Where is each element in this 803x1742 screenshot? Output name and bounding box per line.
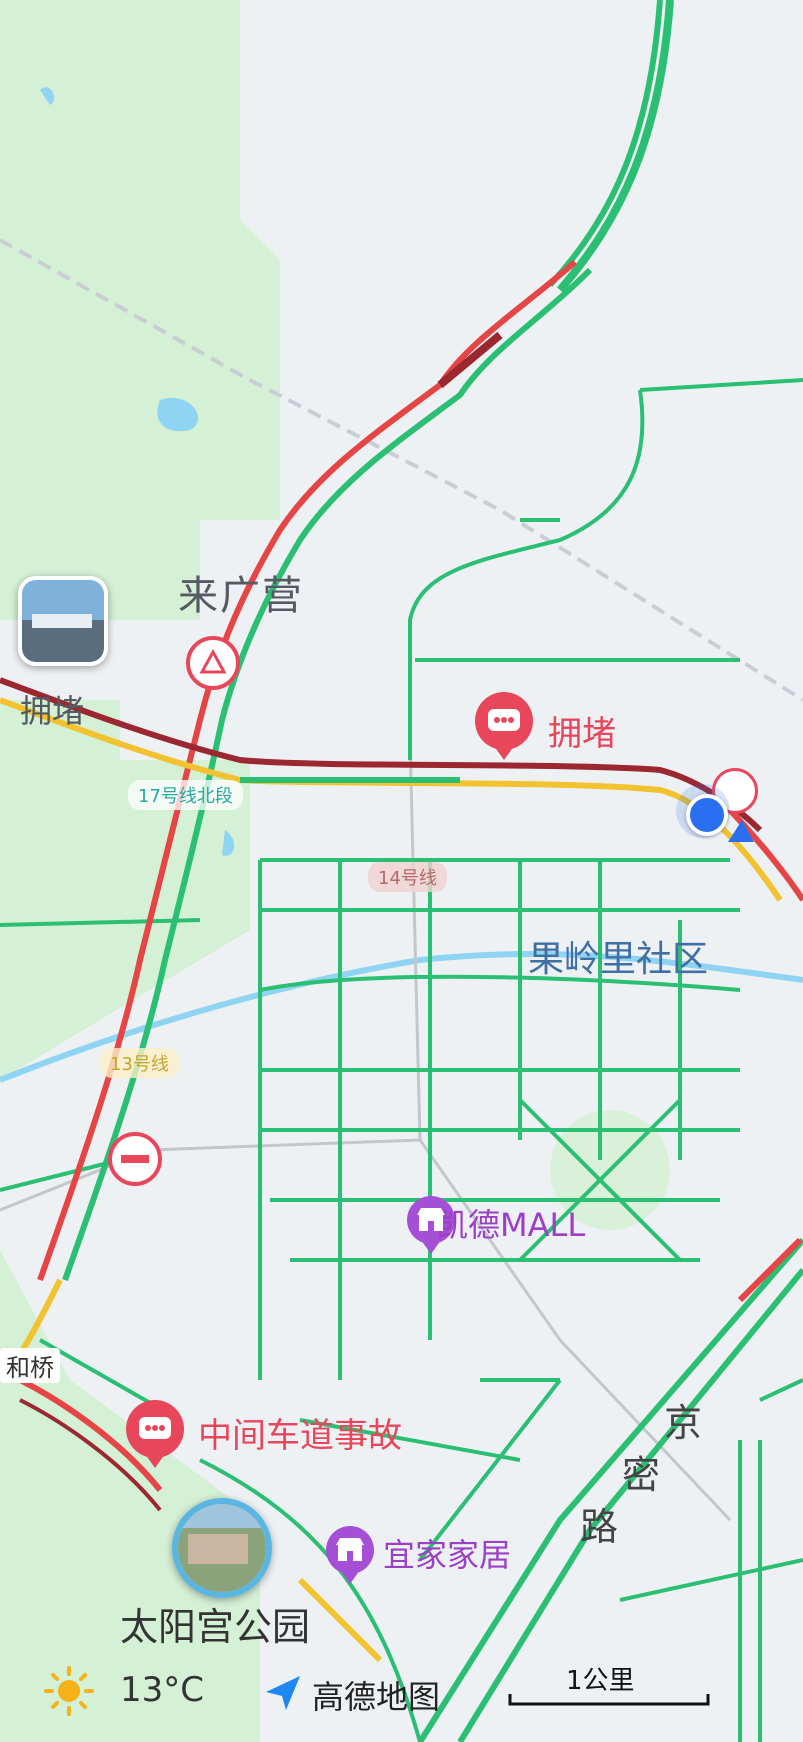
no-entry-sign-icon[interactable] [108, 1132, 162, 1186]
chat-bubble-icon [139, 1417, 171, 1439]
worker-icon [199, 648, 227, 674]
photo-thumbnail-left[interactable] [18, 576, 108, 666]
direction-arrow-icon [728, 820, 754, 842]
community-label: 果岭里社区 [528, 939, 709, 980]
congestion-label-left: 拥堵 [20, 692, 85, 730]
road-label-jing: 京 [664, 1401, 703, 1445]
photo-icon [178, 1504, 266, 1592]
accident-pin[interactable] [126, 1400, 184, 1458]
shop-icon [336, 1538, 364, 1561]
metro-line-17-label: 17号线北段 [128, 780, 243, 810]
scale-bar [508, 1694, 710, 1706]
current-location-dot-icon[interactable] [686, 794, 728, 836]
sun-icon [44, 1666, 94, 1716]
construction-sign-icon[interactable] [186, 636, 240, 690]
map-view[interactable]: 来广营 17号线北段 14号线 13号线 果岭里社区 拥堵 拥堵 凯德MALL … [0, 0, 803, 1742]
park-label: 太阳宫公园 [120, 1605, 311, 1649]
road-label-lu: 路 [580, 1505, 619, 1549]
temperature-text: 13°C [120, 1670, 205, 1710]
amap-logo-icon [266, 1676, 300, 1710]
shop-icon [417, 1208, 445, 1231]
road-label-mi: 密 [622, 1453, 661, 1497]
mall-label: 凯德MALL [436, 1206, 586, 1244]
bottom-bar: 13°C 高德地图 1公里 [0, 1652, 803, 1742]
ikea-pin[interactable] [326, 1526, 374, 1574]
bridge-label: 和桥 [0, 1348, 60, 1383]
congestion-pin[interactable] [475, 692, 533, 750]
metro-line-13-label: 13号线 [100, 1048, 179, 1078]
ikea-label: 宜家家居 [383, 1536, 512, 1574]
congestion-label-center: 拥堵 [548, 714, 616, 754]
photo-icon [22, 580, 104, 662]
amap-brand-label: 高德地图 [312, 1678, 441, 1716]
chat-bubble-icon [488, 709, 520, 731]
park-photo-thumbnail[interactable] [172, 1498, 272, 1598]
no-entry-bar-icon [121, 1155, 149, 1163]
metro-line-14-label: 14号线 [368, 862, 447, 892]
accident-label: 中间车道事故 [198, 1416, 402, 1456]
area-label-laiguangying: 来广营 [178, 573, 304, 619]
